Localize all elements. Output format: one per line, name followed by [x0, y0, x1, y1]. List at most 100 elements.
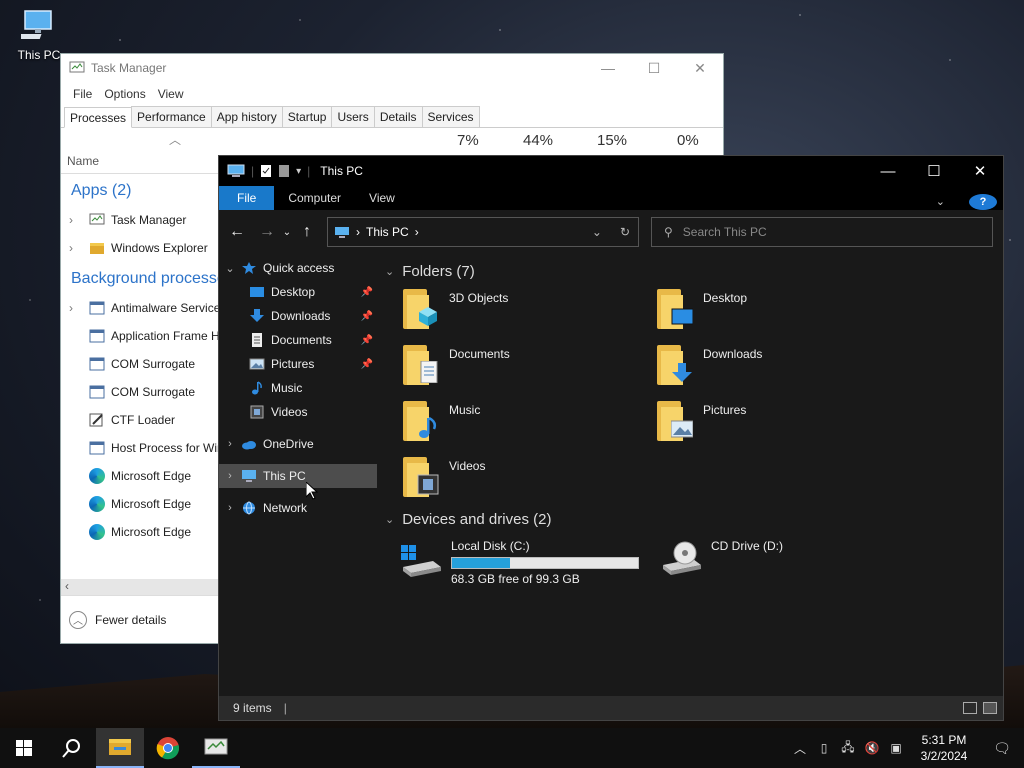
column-memory[interactable]: 44%	[523, 132, 553, 149]
fewer-details-link[interactable]: Fewer details	[95, 613, 166, 627]
folder-downloads[interactable]: Downloads	[657, 339, 911, 395]
ribbon-file-tab[interactable]: File	[219, 186, 275, 210]
nav-downloads[interactable]: Downloads 📌	[219, 304, 377, 328]
nav-onedrive[interactable]: › OneDrive	[219, 432, 377, 456]
forward-arrow-icon[interactable]: →	[255, 223, 279, 241]
scroll-left-icon[interactable]: ‹	[65, 579, 69, 593]
close-button[interactable]: ✕	[957, 156, 1003, 186]
chevron-right-icon[interactable]: ›	[69, 241, 89, 255]
network-icon[interactable]: 🖧	[836, 738, 860, 759]
address-bar[interactable]: › This PC › ⌄ ↻	[327, 217, 639, 247]
menu-file[interactable]: File	[67, 87, 98, 101]
chevron-right-icon[interactable]: ›	[219, 438, 241, 450]
nav-pictures[interactable]: Pictures 📌	[219, 352, 377, 376]
folder-pictures[interactable]: Pictures	[657, 395, 911, 451]
volume-muted-icon[interactable]: 🔇	[860, 741, 884, 755]
chevron-down-icon[interactable]: ⌄	[385, 265, 394, 278]
chevron-right-icon[interactable]: ›	[219, 502, 241, 514]
nav-videos[interactable]: Videos	[219, 400, 377, 424]
folder-videos[interactable]: Videos	[403, 451, 657, 507]
tab-app-history[interactable]: App history	[210, 106, 283, 127]
desktop-icon	[671, 308, 693, 325]
chevron-right-icon[interactable]: ›	[69, 213, 89, 227]
close-button[interactable]: ✕	[677, 54, 723, 82]
search-box[interactable]: ⚲ Search This PC	[651, 217, 993, 247]
pin-icon[interactable]: 📌	[361, 311, 373, 322]
breadcrumb-separator-icon[interactable]: ›	[415, 225, 419, 239]
breadcrumb-separator-icon[interactable]: ›	[356, 225, 360, 239]
menu-options[interactable]: Options	[98, 87, 151, 101]
tab-processes[interactable]: Processes	[64, 107, 133, 128]
column-disk[interactable]: 15%	[597, 132, 627, 149]
process-name: COM Surrogate	[111, 385, 196, 399]
column-cpu[interactable]: 7%	[457, 132, 479, 149]
folder-icon	[657, 343, 693, 387]
desktop-this-pc-icon[interactable]: This PC	[14, 8, 64, 62]
large-icons-view-icon[interactable]	[983, 702, 997, 714]
folder-3d-objects[interactable]: 3D Objects	[403, 283, 657, 339]
tab-performance[interactable]: Performance	[131, 106, 212, 127]
maximize-button[interactable]: ☐	[911, 156, 957, 186]
minimize-button[interactable]: —	[865, 156, 911, 186]
menu-view[interactable]: View	[152, 87, 190, 101]
chevron-right-icon[interactable]: ›	[69, 301, 89, 315]
nav-quick-access[interactable]: ⌄ Quick access	[219, 256, 377, 280]
start-button[interactable]	[0, 728, 48, 768]
ribbon-computer-tab[interactable]: Computer	[274, 186, 355, 210]
minimize-button[interactable]: —	[585, 54, 631, 82]
address-dropdown-icon[interactable]: ⌄	[592, 225, 602, 239]
up-arrow-icon[interactable]: ↑	[295, 223, 319, 241]
chevron-down-icon[interactable]: ⌄	[219, 262, 241, 275]
maximize-button[interactable]: ☐	[631, 54, 677, 82]
folder-documents[interactable]: Documents	[403, 339, 657, 395]
devices-group-header[interactable]: ⌄ Devices and drives (2)	[377, 507, 1003, 531]
back-arrow-icon[interactable]: ←	[225, 223, 249, 241]
nav-desktop[interactable]: Desktop 📌	[219, 280, 377, 304]
tablet-icon[interactable]: ▯	[812, 741, 836, 755]
refresh-icon[interactable]: ↻	[620, 225, 630, 239]
taskbar-task-manager[interactable]	[192, 728, 240, 768]
show-hidden-icons-icon[interactable]: ︿	[788, 740, 812, 757]
tab-services[interactable]: Services	[421, 106, 480, 127]
pin-icon[interactable]: 📌	[361, 287, 373, 298]
taskbar-chrome[interactable]	[144, 728, 192, 768]
display-icon[interactable]: ▣	[884, 741, 908, 755]
nav-documents[interactable]: Documents 📌	[219, 328, 377, 352]
sort-arrow-icon[interactable]: ︿	[169, 131, 181, 148]
chevron-down-icon[interactable]: ⌄	[385, 513, 394, 526]
folder-desktop[interactable]: Desktop	[657, 283, 911, 339]
tab-users[interactable]: Users	[331, 106, 375, 127]
column-name[interactable]: Name	[67, 154, 99, 168]
details-view-icon[interactable]	[963, 702, 977, 714]
properties-icon[interactable]	[260, 164, 272, 178]
nav-music[interactable]: Music	[219, 376, 377, 400]
recent-locations-icon[interactable]: ⌄	[279, 227, 295, 238]
expand-ribbon-icon[interactable]: ⌄	[922, 190, 959, 214]
clock[interactable]: 5:31 PM 3/2/2024	[908, 732, 980, 764]
drive-local-disk-c[interactable]: Local Disk (C:) 68.3 GB free of 99.3 GB	[399, 535, 653, 591]
new-folder-icon[interactable]	[278, 164, 290, 178]
search-button[interactable]	[48, 728, 96, 768]
tab-details[interactable]: Details	[373, 106, 423, 127]
drive-cd-d[interactable]: CD Drive (D:)	[659, 535, 907, 591]
customize-dropdown-icon[interactable]: ▾	[296, 166, 301, 177]
help-icon[interactable]: ?	[969, 194, 997, 210]
nav-network[interactable]: › Network	[219, 496, 377, 520]
chevron-right-icon[interactable]: ›	[219, 470, 241, 482]
nav-label: This PC	[263, 469, 306, 483]
taskbar-file-explorer[interactable]	[96, 728, 144, 768]
notifications-icon[interactable]: 🗨	[980, 740, 1024, 757]
file-explorer-window[interactable]: | ▾ | This PC — ☐ ✕ File Computer View ⌄…	[218, 155, 1004, 721]
pin-icon[interactable]: 📌	[361, 359, 373, 370]
nav-label: Quick access	[263, 261, 335, 275]
tab-startup[interactable]: Startup	[281, 106, 333, 127]
ribbon-view-tab[interactable]: View	[355, 186, 409, 210]
pin-icon[interactable]: 📌	[361, 335, 373, 346]
horizontal-scrollbar[interactable]: ‹	[61, 579, 221, 595]
nav-this-pc[interactable]: › This PC	[219, 464, 377, 488]
chevron-up-icon[interactable]: ︿	[69, 610, 87, 629]
folder-music[interactable]: Music	[403, 395, 657, 451]
column-network[interactable]: 0%	[677, 132, 699, 149]
folders-group-header[interactable]: ⌄ Folders (7)	[377, 259, 1003, 283]
breadcrumb-this-pc[interactable]: This PC	[366, 225, 409, 239]
